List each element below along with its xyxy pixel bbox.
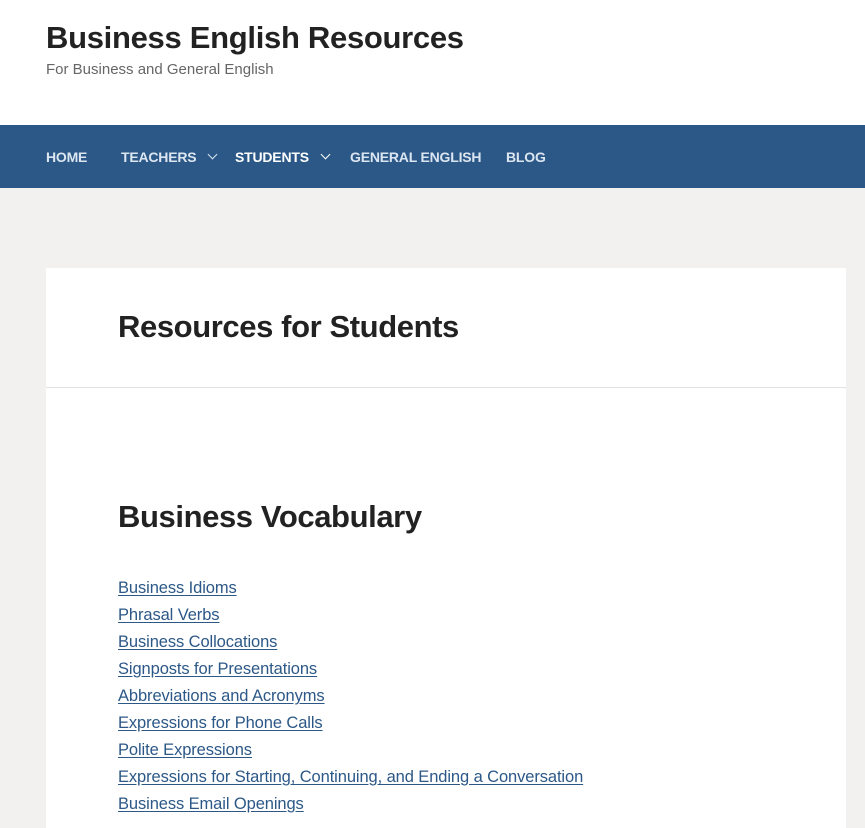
link-abbreviations-acronyms[interactable]: Abbreviations and Acronyms	[118, 687, 325, 705]
section-heading: Business Vocabulary	[118, 499, 422, 534]
list-item: Phrasal Verbs	[118, 604, 583, 631]
site-tagline: For Business and General English	[46, 61, 274, 78]
nav-item-students[interactable]: STUDENTS	[235, 125, 331, 188]
nav-item-label: BLOG	[506, 148, 546, 165]
list-item: Business Collocations	[118, 631, 583, 658]
content-card: Resources for Students Business Vocabula…	[46, 268, 846, 828]
link-business-email-openings[interactable]: Business Email Openings	[118, 795, 304, 813]
site-header: Business English Resources For Business …	[0, 0, 865, 125]
nav-item-home[interactable]: HOME	[46, 125, 87, 188]
nav-item-teachers[interactable]: TEACHERS	[121, 125, 218, 188]
nav-item-blog[interactable]: BLOG	[506, 125, 546, 188]
nav-item-label: GENERAL ENGLISH	[350, 148, 482, 165]
entry-header: Resources for Students	[46, 268, 846, 388]
link-business-collocations[interactable]: Business Collocations	[118, 633, 277, 651]
main-navigation: HOME TEACHERS STUDENTS GENERAL ENGLISH B…	[0, 125, 865, 188]
site-title[interactable]: Business English Resources	[46, 18, 464, 58]
chevron-down-icon[interactable]	[207, 149, 218, 159]
nav-item-label: TEACHERS	[121, 148, 197, 165]
link-conversation-expressions[interactable]: Expressions for Starting, Continuing, an…	[118, 768, 583, 786]
chevron-down-icon[interactable]	[320, 149, 331, 159]
resource-link-list: Business Idioms Phrasal Verbs Business C…	[118, 577, 583, 820]
list-item: Business Idioms	[118, 577, 583, 604]
nav-item-general-english[interactable]: GENERAL ENGLISH	[350, 125, 482, 188]
nav-item-label: STUDENTS	[235, 148, 309, 165]
list-item: Abbreviations and Acronyms	[118, 685, 583, 712]
list-item: Expressions for Phone Calls	[118, 712, 583, 739]
list-item: Expressions for Starting, Continuing, an…	[118, 766, 583, 793]
link-business-idioms[interactable]: Business Idioms	[118, 579, 237, 597]
link-phone-call-expressions[interactable]: Expressions for Phone Calls	[118, 714, 323, 732]
list-item: Polite Expressions	[118, 739, 583, 766]
link-phrasal-verbs[interactable]: Phrasal Verbs	[118, 606, 220, 624]
nav-item-label: HOME	[46, 148, 88, 165]
link-signposts-presentations[interactable]: Signposts for Presentations	[118, 660, 317, 678]
page-title: Resources for Students	[118, 309, 459, 344]
link-polite-expressions[interactable]: Polite Expressions	[118, 741, 252, 759]
list-item: Signposts for Presentations	[118, 658, 583, 685]
